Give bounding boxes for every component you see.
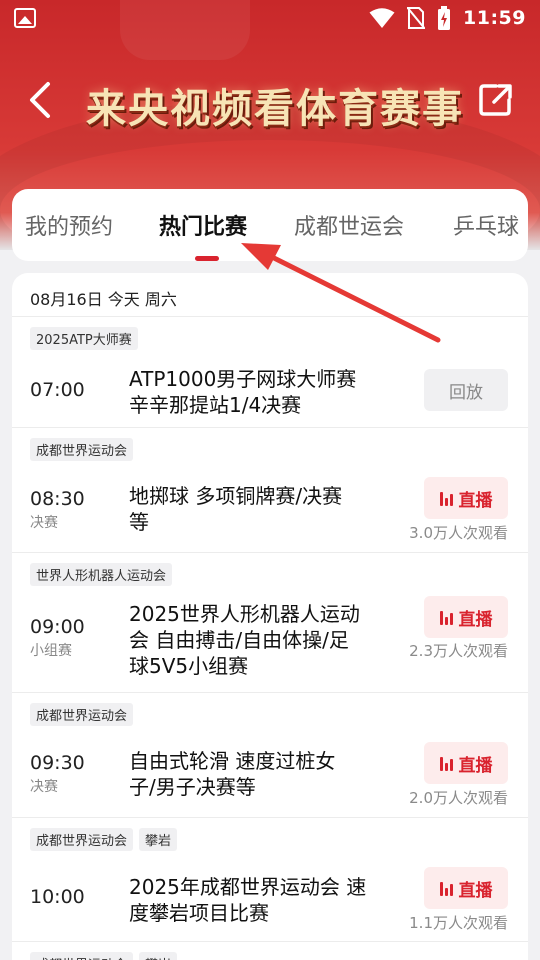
active-tab-indicator [195, 256, 219, 261]
event-title-line: 辛辛那提站1/4决赛 [129, 393, 302, 417]
event-title: 2025年成都世界运动会 速 度攀岩项目比赛 [129, 874, 391, 926]
event-title-line: ATP1000男子网球大师赛 [129, 367, 357, 391]
event-title-line: 球5V5小组赛 [129, 654, 249, 678]
live-button[interactable]: 直播 [424, 867, 508, 909]
viewer-count: 2.3万人次观看 [409, 642, 508, 660]
event-title-line: 2025年成都世界运动会 速 [129, 875, 367, 899]
nav-bar: 来央视频看体育赛事 [0, 66, 540, 136]
viewer-count: 2.0万人次观看 [409, 789, 508, 807]
event-stage: 决赛 [30, 515, 58, 531]
tab-table-tennis[interactable]: 乒乓球 [453, 209, 519, 241]
viewer-count: 1.1万人次观看 [409, 914, 508, 932]
event-time: 10:00 [30, 886, 85, 908]
tab-chengdu-world-games[interactable]: 成都世运会 [294, 209, 404, 241]
live-button[interactable]: 直播 [424, 742, 508, 784]
event-tag: 世界人形机器人运动会 [30, 563, 173, 586]
event-title: 地掷球 多项铜牌赛/决赛 等 [129, 483, 391, 535]
live-button-label: 直播 [458, 609, 493, 630]
event-title: 2025世界人形机器人运动 会 自由搏击/自由体操/足 球5V5小组赛 [129, 601, 391, 679]
tab-hot-matches[interactable]: 热门比赛 [159, 209, 247, 241]
viewer-count: 3.0万人次观看 [409, 524, 508, 542]
event-title-line: 会 自由搏击/自由体操/足 [129, 628, 349, 652]
event-stage: 小组赛 [30, 643, 72, 659]
event-title-line: 度攀岩项目比赛 [129, 901, 269, 925]
live-bars-icon [439, 880, 453, 896]
event-title-line: 地掷球 多项铜牌赛/决赛 [129, 484, 343, 508]
event-tag: 成都世界运动会 [30, 828, 134, 851]
event-row[interactable]: 成都世界运动会 09:30 决赛 自由式轮滑 速度过桩女 子/男子决赛等 直播 … [12, 693, 528, 818]
event-time: 09:30 [30, 752, 85, 774]
event-title-line: 自由式轮滑 速度过桩女 [129, 749, 336, 773]
event-title-line: 子/男子决赛等 [129, 775, 256, 799]
event-row[interactable]: 成都世界运动会 08:30 决赛 地掷球 多项铜牌赛/决赛 等 直播 3.0万人… [12, 428, 528, 553]
event-list: 08月16日 今天 周六 2025ATP大师赛 07:00 ATP1000男子网… [12, 273, 528, 960]
page-title: 来央视频看体育赛事 [86, 85, 464, 132]
live-bars-icon [439, 490, 453, 506]
event-title-line: 2025世界人形机器人运动 [129, 602, 360, 626]
status-time: 11:59 [463, 7, 526, 29]
event-time: 08:30 [30, 488, 85, 510]
live-button[interactable]: 直播 [424, 596, 508, 638]
event-title: ATP1000男子网球大师赛 辛辛那提站1/4决赛 [129, 366, 391, 418]
live-bars-icon [439, 609, 453, 625]
no-sim-icon [407, 7, 426, 29]
event-row[interactable]: 2025ATP大师赛 07:00 ATP1000男子网球大师赛 辛辛那提站1/4… [12, 317, 528, 428]
event-row[interactable]: 成都世界运动会 攀岩 10:00 2025年成都世界运动会 速 度攀岩项目比赛 … [12, 818, 528, 942]
live-button[interactable]: 直播 [424, 477, 508, 519]
event-tag: 成都世界运动会 [30, 703, 134, 726]
event-tag: 成都世界运动会 [30, 438, 134, 461]
tab-my-reservations[interactable]: 我的预约 [25, 209, 113, 241]
event-row[interactable]: 世界人形机器人运动会 09:00 小组赛 2025世界人形机器人运动 会 自由搏… [12, 553, 528, 693]
image-icon [14, 8, 36, 28]
event-tag: 2025ATP大师赛 [30, 327, 138, 350]
date-header: 08月16日 今天 周六 [12, 273, 528, 317]
event-row[interactable]: 成都世界运动会 攀岩 [12, 942, 528, 960]
event-time: 07:00 [30, 379, 85, 401]
replay-button[interactable]: 回放 [424, 369, 508, 411]
event-title: 自由式轮滑 速度过桩女 子/男子决赛等 [129, 748, 391, 800]
tab-bar: 我的预约 热门比赛 成都世运会 乒乓球 [12, 189, 528, 261]
live-bars-icon [439, 755, 453, 771]
event-tag: 攀岩 [139, 828, 178, 851]
live-button-label: 直播 [458, 880, 493, 901]
live-button-label: 直播 [458, 755, 493, 776]
wifi-icon [369, 8, 395, 28]
event-title-line: 等 [129, 510, 149, 534]
event-tag: 成都世界运动会 [30, 952, 134, 960]
share-icon[interactable] [476, 80, 516, 120]
event-stage: 决赛 [30, 779, 58, 795]
battery-charging-icon [438, 6, 451, 30]
replay-button-label: 回放 [449, 382, 483, 403]
event-time: 09:00 [30, 616, 85, 638]
event-tag: 攀岩 [139, 952, 178, 960]
status-bar: 11:59 [0, 0, 540, 36]
live-button-label: 直播 [458, 490, 493, 511]
back-arrow-icon[interactable] [22, 78, 62, 122]
